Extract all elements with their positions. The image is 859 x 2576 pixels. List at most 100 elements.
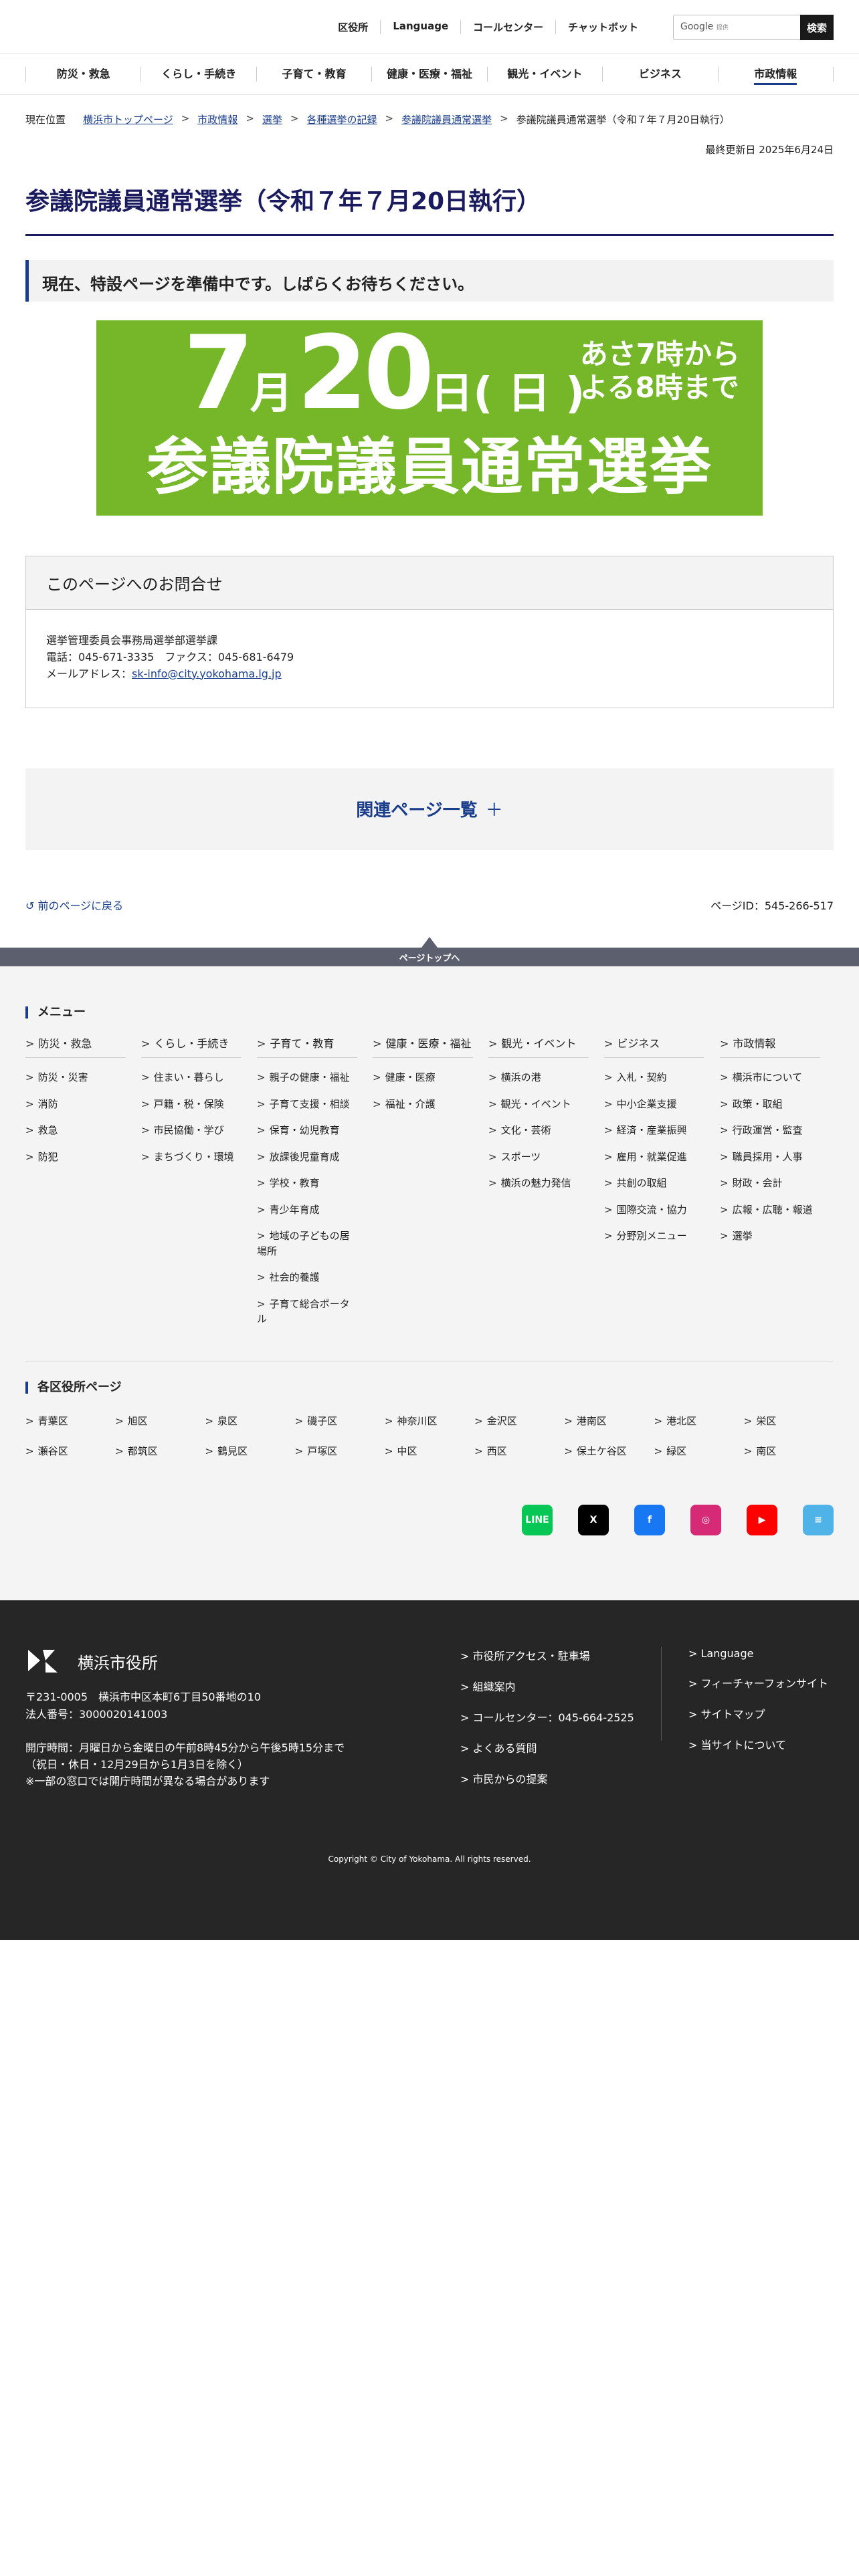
menu-item[interactable]: > 救急 [25, 1123, 126, 1138]
ward-link[interactable]: > 港南区 [564, 1414, 654, 1428]
menu-item[interactable]: > 行政運営・監査 [720, 1123, 820, 1138]
footer-link[interactable]: > 組織案内 [460, 1678, 661, 1694]
ward-link[interactable]: > 戸塚区 [295, 1444, 385, 1458]
ward-link[interactable]: > 港北区 [654, 1414, 744, 1428]
gnav-item-childcare[interactable]: 子育て・教育 [256, 67, 371, 82]
call-center-link[interactable]: コールセンター [460, 20, 555, 34]
menu-item[interactable]: > 防災・災害 [25, 1070, 126, 1085]
menu-item[interactable]: > 保育・幼児教育 [257, 1123, 357, 1138]
menu-column-heading[interactable]: > 健康・医療・福祉 [373, 1035, 473, 1058]
x-icon[interactable]: X [578, 1504, 609, 1535]
gnav-item-city-info[interactable]: 市政情報 [717, 67, 834, 85]
menu-column-heading[interactable]: > ビジネス [604, 1035, 704, 1058]
ward-link[interactable]: > 保土ケ谷区 [564, 1444, 654, 1458]
ward-link[interactable]: > 中区 [385, 1444, 474, 1458]
ward-link[interactable]: > 神奈川区 [385, 1414, 474, 1428]
menu-item[interactable]: > 経済・産業振興 [604, 1123, 704, 1138]
ward-link[interactable]: > 緑区 [654, 1444, 744, 1458]
news-icon[interactable]: ≡ [803, 1504, 834, 1535]
menu-item[interactable]: > 市民協働・学び [141, 1123, 242, 1138]
menu-column-heading[interactable]: > 観光・イベント [488, 1035, 589, 1058]
menu-item[interactable]: > 住まい・暮らし [141, 1070, 242, 1085]
instagram-icon[interactable]: ◎ [690, 1504, 721, 1535]
menu-item[interactable]: > 職員採用・人事 [720, 1150, 820, 1165]
footer-link[interactable]: > よくある質問 [460, 1739, 661, 1755]
menu-item[interactable]: > 社会的養護 [257, 1270, 357, 1285]
footer-link[interactable]: > Language [688, 1647, 828, 1660]
menu-item[interactable]: > 入札・契約 [604, 1070, 704, 1085]
breadcrumb-link-records[interactable]: 各種選挙の記録 [306, 112, 377, 126]
menu-item[interactable]: > 青少年育成 [257, 1202, 357, 1218]
footer-link[interactable]: > 当サイトについて [688, 1736, 828, 1752]
menu-item[interactable]: > 横浜市について [720, 1070, 820, 1085]
menu-item[interactable]: > 共創の取組 [604, 1176, 704, 1191]
ward-link[interactable]: > 都筑区 [115, 1444, 205, 1458]
menu-column-heading[interactable]: > 市政情報 [720, 1035, 820, 1058]
menu-item[interactable]: > 文化・芸術 [488, 1123, 589, 1138]
footer-link[interactable]: > サイトマップ [688, 1705, 828, 1721]
menu-item[interactable]: > 観光・イベント [488, 1097, 589, 1112]
gnav-item-living[interactable]: くらし・手続き [140, 67, 256, 82]
line-icon[interactable]: LINE [522, 1504, 553, 1535]
facebook-icon[interactable]: f [634, 1504, 665, 1535]
menu-item[interactable]: > 国際交流・協力 [604, 1202, 704, 1218]
menu-item[interactable]: > 子育て支援・相談 [257, 1097, 357, 1112]
menu-item[interactable]: > 福祉・介護 [373, 1097, 473, 1112]
ward-link[interactable]: > 瀬谷区 [25, 1444, 115, 1458]
menu-item[interactable]: > 政策・取組 [720, 1097, 820, 1112]
menu-item[interactable]: > まちづくり・環境 [141, 1150, 242, 1165]
search-button[interactable]: 検索 [800, 15, 834, 40]
footer-link[interactable]: > フィーチャーフォンサイト [688, 1675, 828, 1691]
breadcrumb-link-upper-house[interactable]: 参議院議員通常選挙 [401, 112, 492, 126]
ward-link[interactable]: > 南区 [744, 1444, 834, 1458]
menu-item[interactable]: > 中小企業支援 [604, 1097, 704, 1112]
inquiry-email-link[interactable]: sk-info@city.yokohama.lg.jp [132, 667, 282, 680]
menu-item[interactable]: > 広報・広聴・報道 [720, 1202, 820, 1218]
gnav-item-disaster[interactable]: 防災・救急 [25, 67, 140, 82]
ward-link[interactable]: > 磯子区 [295, 1414, 385, 1428]
footer-link[interactable]: > 市役所アクセス・駐車場 [460, 1647, 661, 1663]
menu-column-heading[interactable]: > 防災・救急 [25, 1035, 126, 1058]
menu-item[interactable]: > 横浜の魅力発信 [488, 1176, 589, 1191]
ward-link[interactable]: > 鶴見区 [205, 1444, 294, 1458]
menu-item[interactable]: > 親子の健康・福祉 [257, 1070, 357, 1085]
menu-item[interactable]: > 防犯 [25, 1150, 126, 1165]
gnav-item-tourism[interactable]: 観光・イベント [486, 67, 602, 82]
menu-item[interactable]: > 財政・会計 [720, 1176, 820, 1191]
ward-office-link[interactable]: 区役所 [326, 20, 380, 34]
youtube-icon[interactable]: ▶ [747, 1504, 777, 1535]
ward-link[interactable]: > 青葉区 [25, 1414, 115, 1428]
menu-item[interactable]: > 横浜の港 [488, 1070, 589, 1085]
breadcrumb-link-city-info[interactable]: 市政情報 [197, 112, 237, 126]
ward-link[interactable]: > 栄区 [744, 1414, 834, 1428]
back-link[interactable]: ↺ 前のページに戻る [25, 897, 123, 913]
menu-item[interactable]: > 消防 [25, 1097, 126, 1112]
ward-link[interactable]: > 泉区 [205, 1414, 294, 1428]
ward-link[interactable]: > 旭区 [115, 1414, 205, 1428]
footer-link[interactable]: > 市民からの提案 [460, 1770, 661, 1786]
menu-item[interactable]: > 雇用・就業促進 [604, 1150, 704, 1165]
footer-link[interactable]: > コールセンター：045-664-2525 [460, 1709, 661, 1725]
ward-link[interactable]: > 金沢区 [474, 1414, 564, 1428]
gnav-item-business[interactable]: ビジネス [602, 67, 717, 82]
menu-item[interactable]: > 学校・教育 [257, 1176, 357, 1191]
gnav-item-health[interactable]: 健康・医療・福祉 [371, 67, 486, 82]
breadcrumb-link-top[interactable]: 横浜市トップページ [83, 112, 173, 126]
menu-column-heading[interactable]: > 子育て・教育 [257, 1035, 357, 1058]
menu-item[interactable]: > 健康・医療 [373, 1070, 473, 1085]
menu-item[interactable]: > 放課後児童育成 [257, 1150, 357, 1165]
language-link[interactable]: Language [380, 20, 460, 34]
menu-item[interactable]: > 分野別メニュー [604, 1228, 704, 1244]
menu-item[interactable]: > 子育て総合ポータル [257, 1297, 357, 1327]
search-input[interactable]: Google 提供 [673, 15, 800, 40]
page-top-button[interactable]: ページトップへ [0, 937, 859, 966]
menu-item[interactable]: > スポーツ [488, 1150, 589, 1165]
ward-link[interactable]: > 西区 [474, 1444, 564, 1458]
menu-item[interactable]: > 戸籍・税・保険 [141, 1097, 242, 1112]
breadcrumb-link-election[interactable]: 選挙 [262, 112, 282, 126]
menu-item[interactable]: > 地域の子どもの居場所 [257, 1228, 357, 1259]
menu-item[interactable]: > 選挙 [720, 1228, 820, 1244]
related-pages-toggle[interactable]: 関連ページ一覧＋ [25, 768, 834, 850]
chatbot-link[interactable]: チャットボット [555, 20, 650, 34]
menu-column-heading[interactable]: > くらし・手続き [141, 1035, 242, 1058]
